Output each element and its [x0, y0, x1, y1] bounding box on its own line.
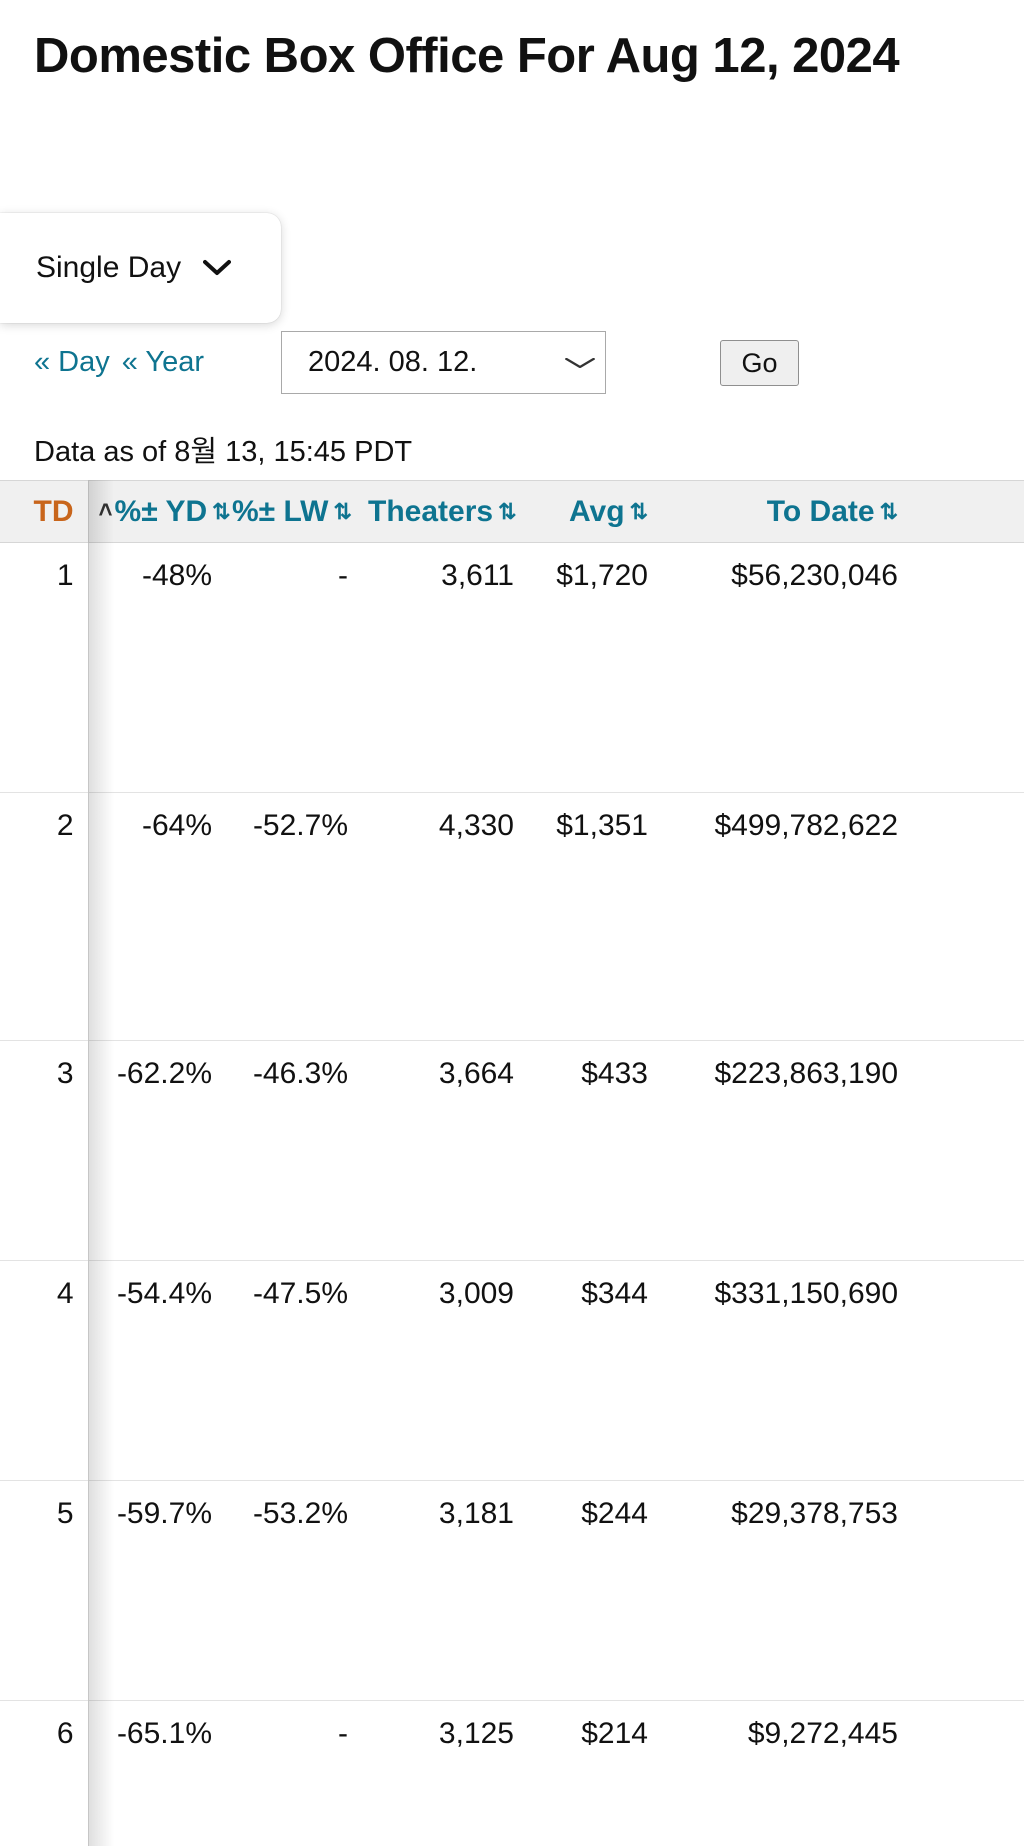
cell-lw: -47.5% [222, 1261, 358, 1481]
sort-updown-icon[interactable]: ⇅ [880, 501, 898, 523]
column-header-label: %± YD [115, 495, 208, 528]
date-select[interactable]: 2024. 08. 12. [281, 331, 606, 394]
column-header-avg[interactable]: Avg⇅ [524, 481, 658, 543]
view-mode-dropdown[interactable]: Single Day [0, 213, 281, 323]
caret-up-icon[interactable]: ˄ [99, 497, 113, 525]
cell-dist [908, 1481, 1024, 1701]
box-office-table-wrapper[interactable]: TD˄%± YD⇅%± LW⇅Theaters⇅Avg⇅To Date⇅D 1-… [0, 480, 1024, 1846]
column-header-label: Avg [569, 495, 625, 528]
table-row[interactable]: 2-64%-52.7%4,330$1,351$499,782,622 [0, 793, 1024, 1041]
column-header-label: %± LW [232, 495, 328, 528]
cell-yd: -54.4% [88, 1261, 222, 1481]
cell-td: 5 [0, 1481, 88, 1701]
cell-lw: -53.2% [222, 1481, 358, 1701]
go-button[interactable]: Go [720, 340, 799, 386]
cell-lw: -52.7% [222, 793, 358, 1041]
cell-avg: $1,351 [524, 793, 658, 1041]
cell-todate: $56,230,046 [658, 543, 908, 793]
cell-dist [908, 1701, 1024, 1846]
cell-lw: -46.3% [222, 1041, 358, 1261]
table-row[interactable]: 4-54.4%-47.5%3,009$344$331,150,690 [0, 1261, 1024, 1481]
table-header-row: TD˄%± YD⇅%± LW⇅Theaters⇅Avg⇅To Date⇅D [0, 481, 1024, 543]
column-header-lw[interactable]: %± LW⇅ [222, 481, 358, 543]
cell-theaters: 3,611 [358, 543, 524, 793]
column-header-label: To Date [767, 495, 875, 528]
cell-theaters: 3,181 [358, 1481, 524, 1701]
date-select-value: 2024. 08. 12. [308, 346, 477, 379]
sort-updown-icon[interactable]: ⇅ [333, 501, 351, 523]
prev-day-link[interactable]: « Day [34, 346, 110, 379]
cell-yd: -62.2% [88, 1041, 222, 1261]
cell-todate: $331,150,690 [658, 1261, 908, 1481]
column-header-todate[interactable]: To Date⇅ [658, 481, 908, 543]
cell-theaters: 3,009 [358, 1261, 524, 1481]
cell-dist [908, 793, 1024, 1041]
column-header-dist[interactable]: D [908, 481, 1024, 543]
cell-todate: $29,378,753 [658, 1481, 908, 1701]
cell-dist [908, 1041, 1024, 1261]
cell-avg: $433 [524, 1041, 658, 1261]
cell-yd: -48% [88, 543, 222, 793]
sort-updown-icon[interactable]: ⇅ [498, 501, 516, 523]
cell-avg: $214 [524, 1701, 658, 1846]
box-office-table: TD˄%± YD⇅%± LW⇅Theaters⇅Avg⇅To Date⇅D 1-… [0, 480, 1024, 1846]
cell-td: 4 [0, 1261, 88, 1481]
cell-td: 6 [0, 1701, 88, 1846]
cell-yd: -65.1% [88, 1701, 222, 1846]
chevron-down-icon [564, 350, 597, 376]
table-row[interactable]: 3-62.2%-46.3%3,664$433$223,863,190 [0, 1041, 1024, 1261]
cell-todate: $499,782,622 [658, 793, 908, 1041]
cell-avg: $244 [524, 1481, 658, 1701]
chevron-down-icon [203, 255, 231, 282]
column-header-label: TD [34, 495, 74, 528]
cell-theaters: 4,330 [358, 793, 524, 1041]
table-row[interactable]: 5-59.7%-53.2%3,181$244$29,378,753 [0, 1481, 1024, 1701]
cell-theaters: 3,125 [358, 1701, 524, 1846]
sort-updown-icon[interactable]: ⇅ [212, 501, 230, 523]
table-body: 1-48%-3,611$1,720$56,230,0462-64%-52.7%4… [0, 543, 1024, 1846]
column-header-td[interactable]: TD [0, 481, 88, 543]
date-nav-links: « Day « Year [34, 346, 204, 379]
cell-td: 1 [0, 543, 88, 793]
cell-todate: $9,272,445 [658, 1701, 908, 1846]
cell-td: 3 [0, 1041, 88, 1261]
cell-td: 2 [0, 793, 88, 1041]
prev-year-link[interactable]: « Year [122, 346, 204, 379]
table-header: TD˄%± YD⇅%± LW⇅Theaters⇅Avg⇅To Date⇅D [0, 481, 1024, 543]
cell-todate: $223,863,190 [658, 1041, 908, 1261]
cell-avg: $1,720 [524, 543, 658, 793]
table-row[interactable]: 1-48%-3,611$1,720$56,230,046 [0, 543, 1024, 793]
column-header-label: Theaters [368, 495, 493, 528]
sort-updown-icon[interactable]: ⇅ [630, 501, 648, 523]
column-header-theaters[interactable]: Theaters⇅ [358, 481, 524, 543]
page-title: Domestic Box Office For Aug 12, 2024 [34, 28, 914, 86]
cell-yd: -59.7% [88, 1481, 222, 1701]
view-mode-label: Single Day [36, 251, 181, 285]
column-header-yd[interactable]: ˄%± YD⇅ [88, 481, 222, 543]
cell-lw: - [222, 543, 358, 793]
data-as-of-text: Data as of 8월 13, 15:45 PDT [34, 428, 412, 470]
table-row[interactable]: 6-65.1%-3,125$214$9,272,445 [0, 1701, 1024, 1846]
cell-yd: -64% [88, 793, 222, 1041]
cell-dist [908, 543, 1024, 793]
cell-avg: $344 [524, 1261, 658, 1481]
cell-dist [908, 1261, 1024, 1481]
cell-theaters: 3,664 [358, 1041, 524, 1261]
cell-lw: - [222, 1701, 358, 1846]
